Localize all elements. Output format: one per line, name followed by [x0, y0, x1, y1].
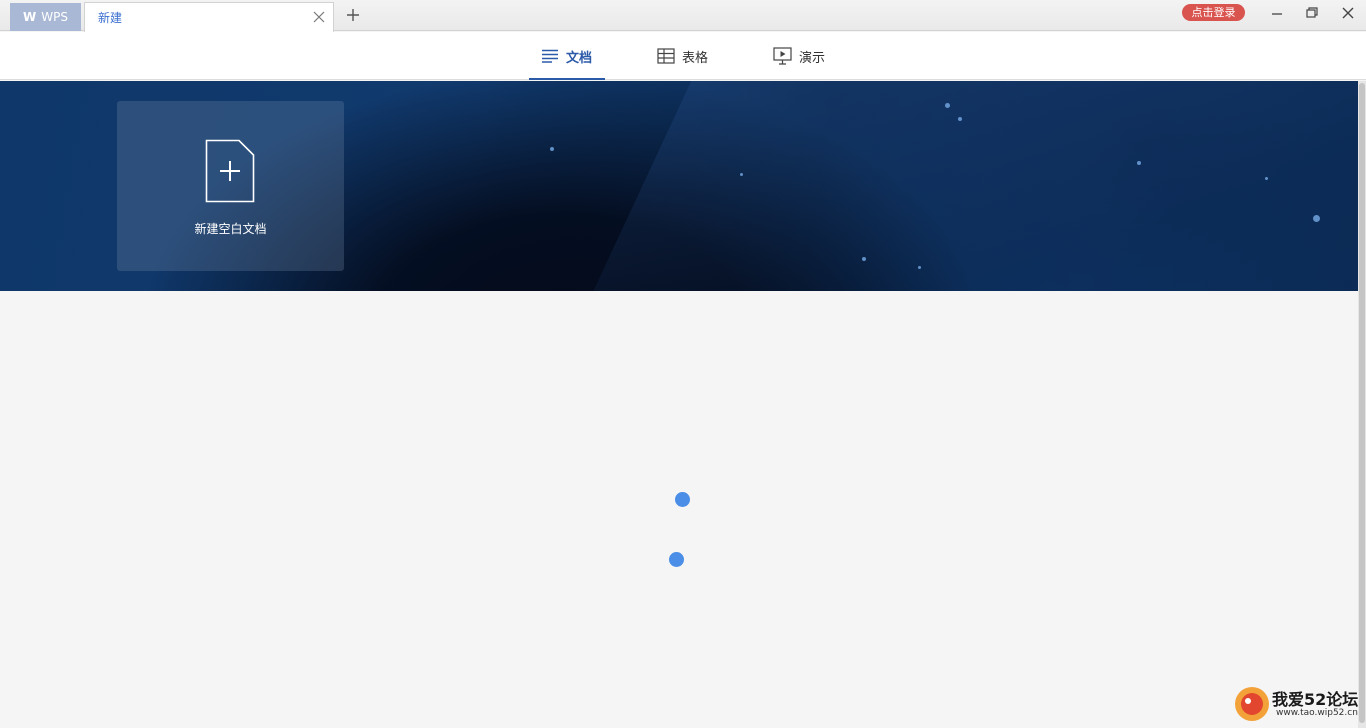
water-drop — [945, 103, 950, 108]
document-lines-icon — [542, 49, 558, 63]
tab-spreadsheet[interactable]: 表格 — [657, 32, 708, 80]
water-drop — [740, 173, 743, 176]
template-content-area — [0, 291, 1358, 728]
banner-sheen — [570, 81, 1358, 291]
table-grid-icon — [657, 48, 675, 64]
new-file-plus-icon — [205, 139, 255, 203]
close-tab-icon[interactable] — [313, 11, 325, 23]
water-drop — [862, 257, 866, 261]
wps-home-tab[interactable]: W WPS — [10, 3, 81, 31]
tab-document[interactable]: 文档 — [529, 32, 605, 80]
water-drop — [1137, 161, 1141, 165]
water-drop — [1265, 177, 1268, 180]
category-nav: 文档 表格 演示 — [0, 32, 1366, 80]
forum-logo-icon — [1235, 687, 1269, 721]
title-bar: W WPS 新建 点击登录 — [0, 0, 1366, 32]
new-blank-document-card[interactable]: 新建空白文档 — [117, 101, 344, 271]
water-drop — [550, 147, 554, 151]
water-drop — [958, 117, 962, 121]
presentation-icon — [773, 47, 792, 65]
active-tab-indicator — [529, 78, 605, 80]
document-tab-label: 新建 — [98, 11, 123, 25]
close-window-icon[interactable] — [1341, 6, 1355, 20]
login-button[interactable]: 点击登录 — [1182, 4, 1245, 21]
new-blank-document-label: 新建空白文档 — [194, 222, 267, 236]
water-drop — [918, 266, 921, 269]
tab-spreadsheet-label: 表格 — [682, 50, 709, 66]
tab-presentation[interactable]: 演示 — [773, 32, 825, 80]
forum-watermark: 我爱52论坛 www.tao.wip52.cn — [1230, 680, 1366, 728]
tab-document-label: 文档 — [566, 50, 593, 66]
watermark-url: www.tao.wip52.cn — [1276, 708, 1358, 718]
watermark-title: 我爱52论坛 — [1272, 690, 1359, 709]
loading-spinner-dot — [675, 492, 690, 507]
document-tab[interactable]: 新建 — [84, 2, 334, 32]
tab-presentation-label: 演示 — [799, 50, 826, 66]
wps-home-tab-label: WPS — [41, 10, 68, 24]
hero-banner: 新建空白文档 — [0, 81, 1358, 291]
wps-logo-icon: W — [23, 10, 37, 24]
vertical-scrollbar[interactable] — [1358, 81, 1366, 728]
restore-icon[interactable] — [1305, 6, 1319, 20]
scrollbar-thumb[interactable] — [1359, 83, 1365, 723]
water-drop — [1313, 215, 1320, 222]
minimize-icon[interactable] — [1270, 6, 1284, 20]
new-tab-plus-icon[interactable] — [345, 7, 361, 23]
loading-spinner-dot — [669, 552, 684, 567]
